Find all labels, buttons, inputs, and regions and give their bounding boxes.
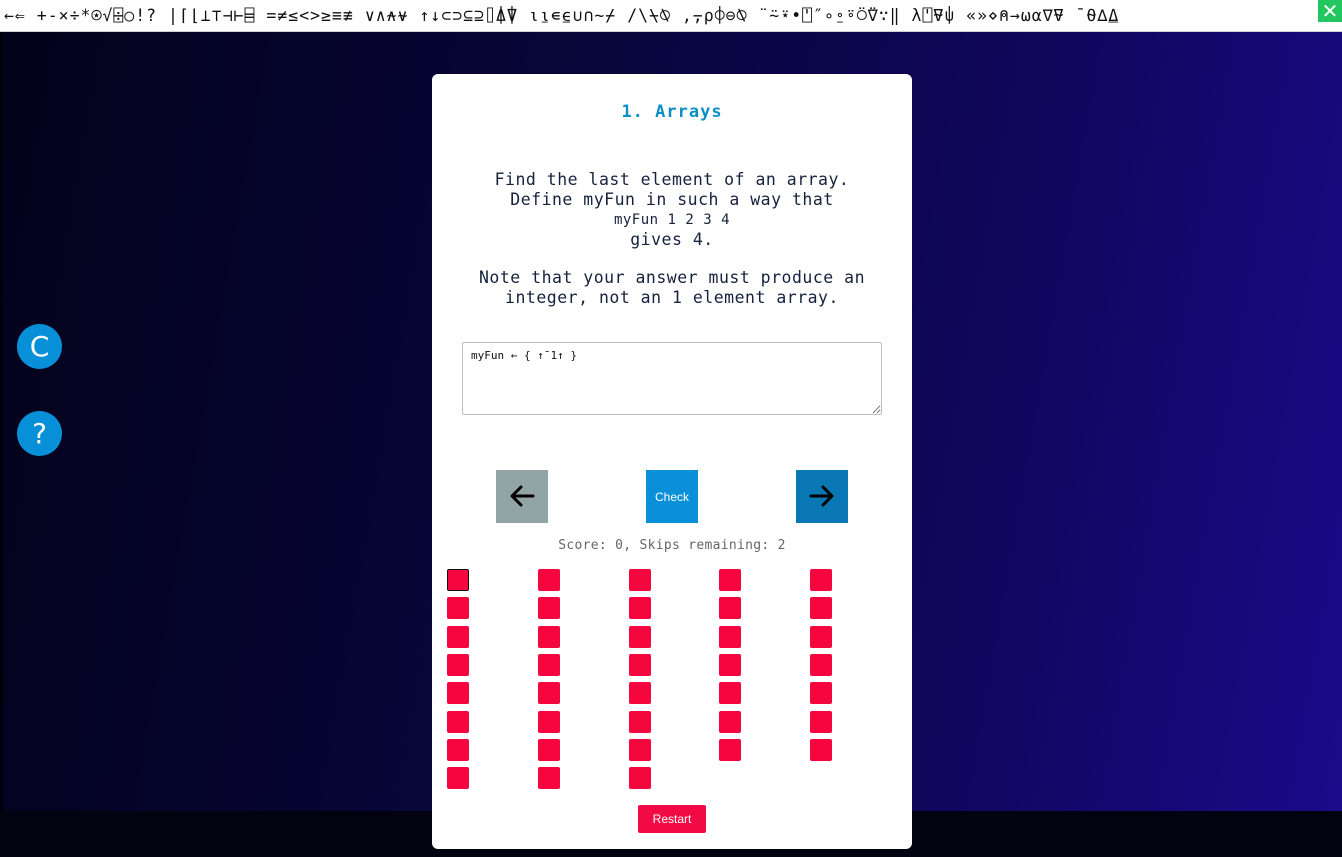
- problem-square[interactable]: [719, 711, 741, 733]
- close-icon[interactable]: ✕: [1318, 0, 1342, 22]
- previous-button[interactable]: [496, 470, 548, 523]
- prompt-line-2: Define myFun in such a way that: [510, 190, 834, 209]
- problem-square[interactable]: [447, 654, 469, 676]
- problem-square[interactable]: [810, 626, 832, 648]
- problem-square[interactable]: [447, 597, 469, 619]
- restart-button[interactable]: Restart: [638, 805, 706, 833]
- problem-square[interactable]: [447, 682, 469, 704]
- problem-square[interactable]: [538, 711, 560, 733]
- problem-square[interactable]: [719, 626, 741, 648]
- next-button[interactable]: [796, 470, 848, 523]
- score-text: Score: 0, Skips remaining: 2: [558, 538, 786, 553]
- problem-square[interactable]: [447, 626, 469, 648]
- arrow-right-icon: [809, 485, 834, 507]
- note-line-2: integer, not an 1 element array.: [505, 288, 839, 307]
- problem-note: Note that your answer must produce an in…: [432, 268, 912, 308]
- problem-square[interactable]: [629, 626, 651, 648]
- apl-glyph-row[interactable]: ←⇐ +-×÷*⍟√⌹○!? |⌈⌊⊥⊤⊣⊢⌸ =≠≤<>≥≡≢ ∨∧⍲⍱ ↑↓…: [4, 5, 1119, 27]
- problem-square[interactable]: [447, 739, 469, 761]
- problem-square[interactable]: [719, 682, 741, 704]
- problem-square[interactable]: [538, 626, 560, 648]
- problem-square[interactable]: [447, 767, 469, 789]
- problem-square[interactable]: [719, 569, 741, 591]
- problem-square[interactable]: [629, 654, 651, 676]
- c-button[interactable]: C: [17, 324, 62, 369]
- note-line-1: Note that your answer must produce an: [478, 268, 866, 287]
- problem-square[interactable]: [719, 597, 741, 619]
- problem-square[interactable]: [810, 739, 832, 761]
- problem-square[interactable]: [538, 569, 560, 591]
- problem-square[interactable]: [629, 597, 651, 619]
- problem-square[interactable]: [629, 739, 651, 761]
- prompt-code: myFun 1 2 3 4: [613, 212, 731, 228]
- apl-keyboard-bar: ←⇐ +-×÷*⍟√⌹○!? |⌈⌊⊥⊤⊣⊢⌸ =≠≤<>≥≡≢ ∨∧⍲⍱ ↑↓…: [0, 0, 1342, 32]
- prompt-line-3: gives 4.: [630, 230, 714, 249]
- problem-square[interactable]: [810, 597, 832, 619]
- problem-prompt: Find the last element of an array. Defin…: [432, 170, 912, 250]
- problem-square[interactable]: [810, 654, 832, 676]
- problem-card: 1. Arrays Find the last element of an ar…: [432, 74, 912, 849]
- prompt-line-1: Find the last element of an array.: [494, 170, 850, 189]
- problem-square[interactable]: [629, 711, 651, 733]
- problem-square[interactable]: [810, 711, 832, 733]
- problem-square[interactable]: [629, 682, 651, 704]
- answer-input[interactable]: [462, 342, 882, 415]
- problem-progress-grid: [447, 569, 897, 791]
- check-button[interactable]: Check: [646, 470, 698, 523]
- problem-square[interactable]: [538, 597, 560, 619]
- problem-square[interactable]: [538, 682, 560, 704]
- problem-square[interactable]: [810, 569, 832, 591]
- problem-square[interactable]: [447, 569, 469, 591]
- problem-square[interactable]: [538, 767, 560, 789]
- problem-square[interactable]: [447, 711, 469, 733]
- problem-square[interactable]: [629, 569, 651, 591]
- problem-square[interactable]: [629, 767, 651, 789]
- problem-title: 1. Arrays: [621, 102, 723, 122]
- problem-square[interactable]: [810, 682, 832, 704]
- problem-square[interactable]: [538, 739, 560, 761]
- problem-square[interactable]: [719, 739, 741, 761]
- help-button[interactable]: ?: [17, 411, 62, 456]
- arrow-left-icon: [510, 485, 535, 507]
- problem-square[interactable]: [538, 654, 560, 676]
- problem-square[interactable]: [719, 654, 741, 676]
